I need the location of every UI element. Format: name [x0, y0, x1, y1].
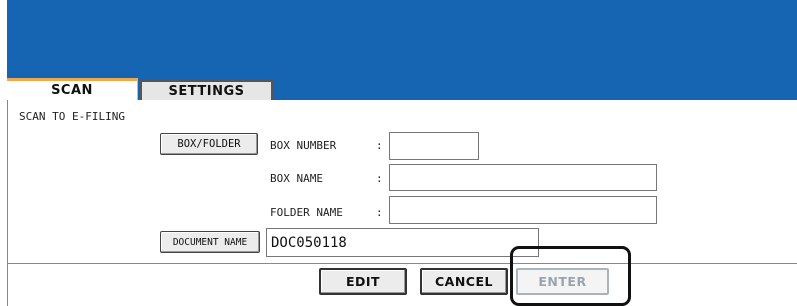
header-banner [7, 0, 797, 78]
box-number-field[interactable] [389, 132, 479, 160]
folder-name-field[interactable] [389, 196, 657, 224]
document-name-button[interactable]: DOCUMENT NAME [160, 231, 260, 253]
box-number-colon: : [376, 139, 383, 152]
cancel-button[interactable]: CANCEL [420, 268, 508, 295]
folder-name-colon: : [376, 206, 383, 219]
tab-settings[interactable]: SETTINGS [140, 80, 273, 100]
tab-bar: SCAN SETTINGS [7, 78, 797, 100]
box-number-label: BOX NUMBER [270, 139, 337, 152]
section-title: SCAN TO E-FILING [19, 110, 125, 123]
edit-button[interactable]: EDIT [319, 268, 407, 295]
action-divider [8, 263, 797, 264]
box-name-label: BOX NAME [270, 172, 323, 185]
folder-name-label: FOLDER NAME [270, 206, 343, 219]
scan-panel: SCAN TO E-FILING BOX/FOLDER BOX NUMBER :… [7, 100, 797, 306]
box-name-colon: : [376, 172, 383, 185]
tab-scan[interactable]: SCAN [7, 78, 138, 100]
enter-button[interactable]: ENTER [516, 268, 609, 295]
box-folder-button[interactable]: BOX/FOLDER [160, 133, 258, 155]
box-name-field[interactable] [389, 164, 657, 191]
document-name-field[interactable]: DOC050118 [266, 228, 539, 257]
scan-window: SCAN SETTINGS SCAN TO E-FILING BOX/FOLDE… [0, 0, 797, 306]
